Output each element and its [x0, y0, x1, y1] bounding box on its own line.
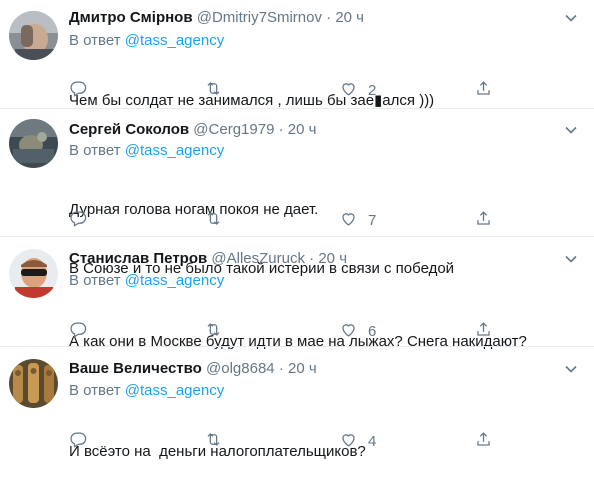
separator-dot: · — [309, 250, 315, 267]
retweet-icon — [204, 320, 223, 343]
retweet-button[interactable] — [204, 80, 233, 100]
share-icon — [474, 320, 493, 343]
like-button[interactable]: 7 — [339, 210, 376, 230]
tweet-actions: 6 — [69, 321, 509, 341]
retweet-button[interactable] — [204, 431, 233, 451]
share-button[interactable] — [474, 80, 493, 100]
timestamp[interactable]: 20 ч — [318, 250, 347, 267]
display-name[interactable]: Сергей Соколов — [69, 121, 189, 138]
mention-link[interactable]: @tass_agency — [125, 32, 224, 49]
share-button[interactable] — [474, 210, 493, 230]
avatar[interactable] — [9, 249, 58, 298]
tweet-actions: 7 — [69, 210, 509, 230]
heart-icon — [339, 209, 358, 232]
tweet-actions: 4 — [69, 431, 509, 451]
reply-context: В ответ @tass_agency — [69, 142, 224, 160]
reply-icon — [69, 79, 88, 102]
heart-icon — [339, 320, 358, 343]
chevron-down-icon[interactable] — [564, 252, 578, 266]
tweet-header: Сергей Соколов @Cerg1979 · 20 ч — [69, 121, 316, 139]
separator-dot: · — [278, 121, 284, 138]
tweet-header: Ваше Величество @olg8684 · 20 ч — [69, 360, 317, 378]
avatar[interactable] — [9, 359, 58, 408]
chevron-down-icon[interactable] — [564, 123, 578, 137]
reply-prefix: В ответ — [69, 272, 121, 289]
reply-button[interactable] — [69, 431, 98, 451]
timestamp[interactable]: 20 ч — [288, 121, 317, 138]
separator-dot: · — [326, 9, 332, 26]
retweet-button[interactable] — [204, 210, 233, 230]
timestamp[interactable]: 20 ч — [288, 360, 317, 377]
like-count: 6 — [368, 322, 377, 340]
tweet[interactable]: Станислав Петров @AllesZuruck · 20 ч В о… — [0, 237, 594, 350]
like-count: 4 — [368, 432, 377, 450]
reply-icon — [69, 430, 88, 453]
mention-link[interactable]: @tass_agency — [125, 382, 224, 399]
avatar[interactable] — [9, 11, 58, 60]
timestamp[interactable]: 20 ч — [335, 9, 364, 26]
display-name[interactable]: Станислав Петров — [69, 250, 207, 267]
like-count: 7 — [368, 211, 377, 229]
share-icon — [474, 209, 493, 232]
tweet[interactable]: Ваше Величество @olg8684 · 20 ч В ответ … — [0, 347, 594, 464]
tweet-header: Станислав Петров @AllesZuruck · 20 ч — [69, 250, 347, 268]
user-handle[interactable]: @AllesZuruck — [211, 250, 305, 267]
tweet-actions: 2 — [69, 80, 509, 100]
tweet-header: Дмитро Смірнов @Dmitriy7Smirnov · 20 ч — [69, 9, 364, 27]
mention-link[interactable]: @tass_agency — [125, 272, 224, 289]
retweet-button[interactable] — [204, 321, 233, 341]
like-count: 2 — [368, 81, 377, 99]
heart-icon — [339, 430, 358, 453]
reply-icon — [69, 320, 88, 343]
retweet-icon — [204, 209, 223, 232]
retweet-icon — [204, 430, 223, 453]
like-button[interactable]: 6 — [339, 321, 376, 341]
reply-prefix: В ответ — [69, 382, 121, 399]
reply-button[interactable] — [69, 321, 98, 341]
separator-dot: · — [278, 360, 284, 377]
display-name[interactable]: Ваше Величество — [69, 360, 202, 377]
share-button[interactable] — [474, 321, 493, 341]
avatar[interactable] — [9, 119, 58, 168]
share-icon — [474, 430, 493, 453]
retweet-icon — [204, 79, 223, 102]
chevron-down-icon[interactable] — [564, 11, 578, 25]
tweet[interactable]: Дмитро Смірнов @Dmitriy7Smirnov · 20 ч В… — [0, 0, 594, 109]
reply-button[interactable] — [69, 80, 98, 100]
like-button[interactable]: 4 — [339, 431, 376, 451]
user-handle[interactable]: @Cerg1979 — [193, 121, 274, 138]
share-button[interactable] — [474, 431, 493, 451]
reply-prefix: В ответ — [69, 142, 121, 159]
reply-prefix: В ответ — [69, 32, 121, 49]
tweet[interactable]: Сергей Соколов @Cerg1979 · 20 ч В ответ … — [0, 109, 594, 277]
reply-context: В ответ @tass_agency — [69, 272, 224, 290]
mention-link[interactable]: @tass_agency — [125, 142, 224, 159]
reply-icon — [69, 209, 88, 232]
share-icon — [474, 79, 493, 102]
reply-context: В ответ @tass_agency — [69, 382, 224, 400]
user-handle[interactable]: @olg8684 — [206, 360, 275, 377]
chevron-down-icon[interactable] — [564, 362, 578, 376]
display-name[interactable]: Дмитро Смірнов — [69, 9, 193, 26]
like-button[interactable]: 2 — [339, 80, 376, 100]
heart-icon — [339, 79, 358, 102]
reply-button[interactable] — [69, 210, 98, 230]
reply-context: В ответ @tass_agency — [69, 32, 224, 50]
user-handle[interactable]: @Dmitriy7Smirnov — [197, 9, 322, 26]
